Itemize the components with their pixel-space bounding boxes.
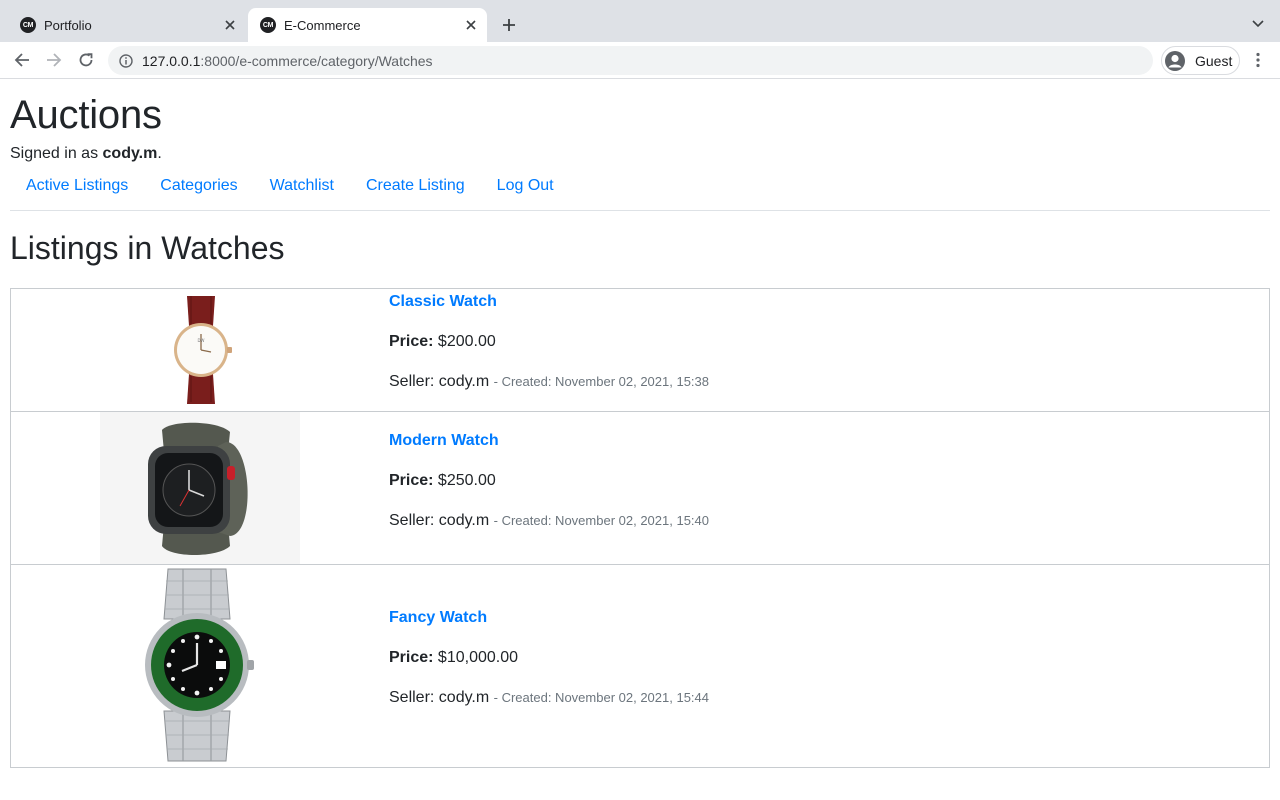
seller-name: cody.m — [438, 512, 490, 529]
price-value: $200.00 — [437, 333, 496, 350]
new-tab-button[interactable] — [498, 14, 520, 36]
seller-prefix: Seller: — [389, 373, 439, 390]
listing-price: Price: $200.00 — [389, 330, 709, 354]
more-menu-icon[interactable] — [1250, 50, 1266, 70]
listing-image-cell — [11, 565, 389, 767]
main-nav: Active Listings Categories Watchlist Cre… — [10, 174, 1270, 198]
listing-image-cell: DW — [11, 289, 389, 411]
price-label: Price: — [389, 649, 434, 666]
tab-strip: CM Portfolio CM E-Commerce — [0, 0, 1280, 42]
page-heading: Listings in Watches — [10, 230, 285, 266]
listing-info: Fancy Watch Price: $10,000.00 Seller: co… — [389, 606, 709, 710]
signed-in-prefix: Signed in as — [10, 145, 103, 162]
seller-prefix: Seller: — [389, 512, 439, 529]
classic-watch-image[interactable]: DW — [161, 294, 241, 406]
price-value: $10,000.00 — [437, 649, 518, 666]
signed-in-suffix: . — [157, 145, 162, 162]
nav-create-listing[interactable]: Create Listing — [350, 174, 481, 198]
signed-in-text: Signed in as cody.m. — [10, 142, 1270, 166]
listing-seller: Seller: cody.m - Created: November 02, 2… — [389, 509, 709, 533]
listings-table: DW Classic Watch Price: $200.00 Seller: … — [10, 288, 1270, 768]
favicon-icon: CM — [20, 17, 36, 33]
username: cody.m — [102, 145, 158, 162]
listing-info: Modern Watch Price: $250.00 Seller: cody… — [389, 429, 709, 533]
listing-price: Price: $10,000.00 — [389, 646, 709, 670]
avatar-icon — [1165, 50, 1185, 71]
created-date: - Created: November 02, 2021, 15:44 — [493, 690, 709, 705]
listing-title-link[interactable]: Classic Watch — [389, 290, 709, 314]
seller-name: cody.m — [438, 373, 490, 390]
nav-watchlist[interactable]: Watchlist — [254, 174, 350, 198]
forward-arrow-icon[interactable] — [42, 48, 66, 72]
page-content: Auctions Signed in as cody.m. Active Lis… — [10, 79, 1270, 768]
listing-row: Modern Watch Price: $250.00 Seller: cody… — [11, 412, 1269, 565]
url-host: 127.0.0.1 — [142, 52, 201, 69]
listing-title-link[interactable]: Fancy Watch — [389, 606, 709, 630]
tab-title: E-Commerce — [284, 17, 361, 33]
info-icon[interactable] — [118, 53, 134, 69]
site-title: Auctions — [10, 93, 162, 137]
seller-name: cody.m — [438, 689, 490, 706]
created-date: - Created: November 02, 2021, 15:40 — [493, 513, 709, 528]
listing-price: Price: $250.00 — [389, 469, 709, 493]
tab-e-commerce[interactable]: CM E-Commerce — [248, 8, 487, 42]
address-bar[interactable]: 127.0.0.1:8000/e-commerce/category/Watch… — [108, 46, 1153, 75]
profile-label: Guest — [1195, 52, 1233, 69]
smart-watch-image[interactable] — [100, 412, 300, 564]
tab-title: Portfolio — [44, 17, 92, 33]
seller-prefix: Seller: — [389, 689, 439, 706]
tab-portfolio[interactable]: CM Portfolio — [8, 8, 246, 42]
listing-title-link[interactable]: Modern Watch — [389, 429, 709, 453]
listing-info: Classic Watch Price: $200.00 Seller: cod… — [389, 290, 709, 394]
listing-row: DW Classic Watch Price: $200.00 Seller: … — [11, 289, 1269, 412]
profile-button[interactable]: Guest — [1161, 46, 1240, 75]
luxury-watch-image[interactable] — [136, 567, 260, 763]
price-value: $250.00 — [437, 472, 496, 489]
created-date: - Created: November 02, 2021, 15:38 — [493, 374, 709, 389]
nav-log-out[interactable]: Log Out — [481, 174, 570, 198]
svg-text:DW: DW — [197, 338, 204, 343]
back-arrow-icon[interactable] — [10, 48, 34, 72]
close-icon[interactable] — [463, 17, 479, 33]
listing-row: Fancy Watch Price: $10,000.00 Seller: co… — [11, 565, 1269, 767]
nav-categories[interactable]: Categories — [144, 174, 253, 198]
url-path: :8000/e-commerce/category/Watches — [200, 52, 433, 69]
reload-icon[interactable] — [74, 48, 98, 72]
browser-toolbar: 127.0.0.1:8000/e-commerce/category/Watch… — [0, 42, 1280, 79]
chevron-down-icon[interactable] — [1248, 14, 1268, 34]
price-label: Price: — [389, 472, 434, 489]
divider — [10, 210, 1270, 211]
listing-seller: Seller: cody.m - Created: November 02, 2… — [389, 686, 709, 710]
favicon-icon: CM — [260, 17, 276, 33]
close-icon[interactable] — [222, 17, 238, 33]
nav-active-listings[interactable]: Active Listings — [10, 174, 144, 198]
listing-image-cell — [11, 412, 389, 564]
listing-seller: Seller: cody.m - Created: November 02, 2… — [389, 370, 709, 394]
price-label: Price: — [389, 333, 434, 350]
